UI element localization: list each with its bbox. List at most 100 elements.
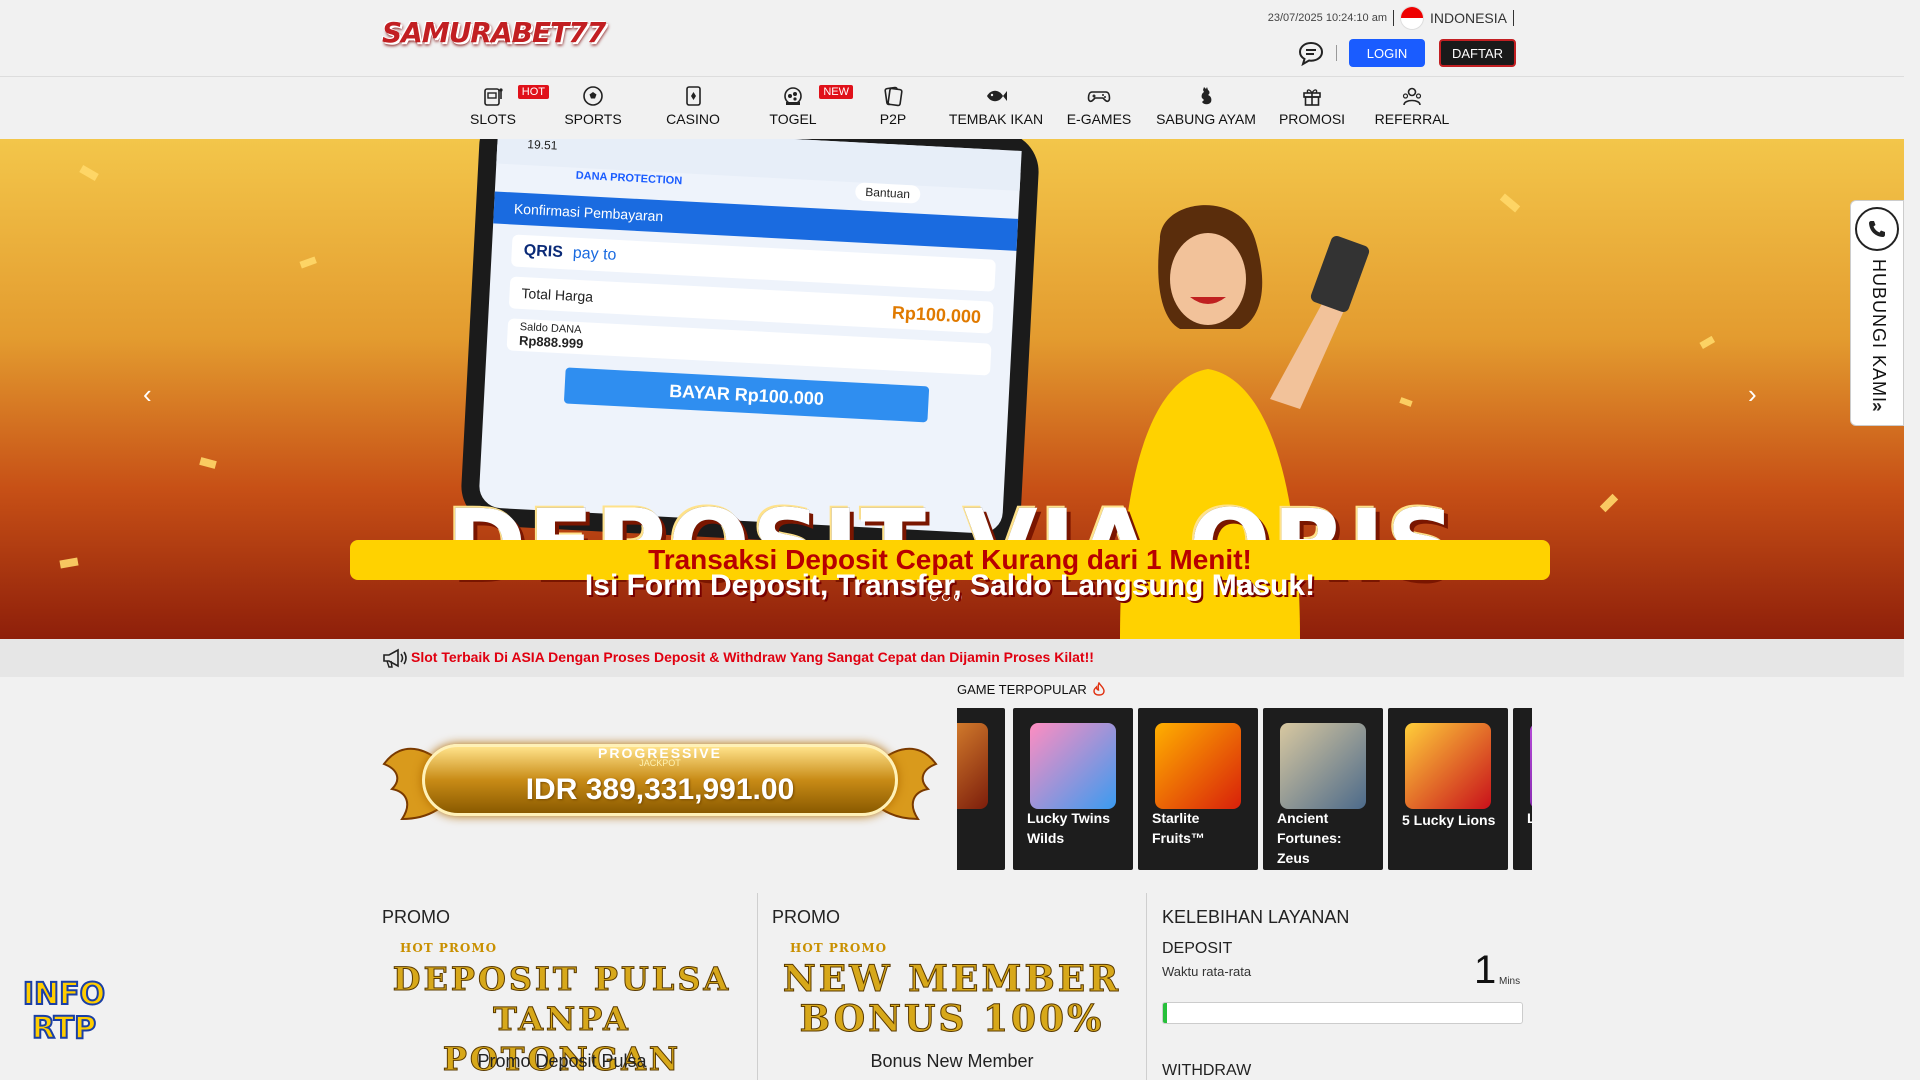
game-card[interactable]: L	[1513, 708, 1532, 870]
pay-button-mock: BAYAR Rp100.000	[563, 367, 930, 423]
rooster-icon	[1201, 87, 1212, 105]
carousel-prev-button[interactable]: ‹	[143, 379, 152, 410]
nav-label: PROMOSI	[1278, 111, 1346, 127]
jackpot-amount: IDR 389,331,991.00	[525, 773, 795, 806]
deposit-sublabel: Waktu rata-rata	[1162, 964, 1252, 979]
divider	[1513, 10, 1514, 26]
game-thumbnail	[1405, 723, 1491, 809]
promo-column-1: PROMO HOT PROMO DEPOSIT PULSA TANPA POTO…	[382, 893, 752, 1080]
logo[interactable]: SAMURABET77	[382, 16, 606, 54]
nav-item-referral[interactable]: REFERRAL	[1362, 85, 1462, 127]
promo-line: DEPOSIT PULSA	[392, 960, 732, 999]
info-rtp-badge[interactable]: INFO RTP	[18, 977, 110, 1054]
qris-label: QRIS	[523, 242, 564, 262]
nav-label: TEMBAK IKAN	[948, 111, 1044, 127]
main-nav: SLOTS HOT SPORTS CASINO TOGEL NEW P2P TE…	[0, 76, 1904, 139]
deposit-label: DEPOSIT	[1162, 940, 1233, 957]
divider	[1336, 45, 1337, 61]
brand-logo-text: SAMURABET77	[382, 16, 606, 49]
login-button[interactable]: LOGIN	[1349, 39, 1425, 67]
dana-protection-label: DANA PROTECTION	[575, 169, 683, 188]
nav-item-p2p[interactable]: P2P	[843, 85, 943, 127]
game-card[interactable]	[957, 708, 1005, 870]
indonesia-flag-icon[interactable]	[1399, 6, 1424, 30]
game-name: 5 Lucky Lions	[1402, 812, 1496, 828]
promo-line: NEW MEMBER	[782, 958, 1122, 1000]
nav-item-sabung-ayam[interactable]: SABUNG AYAM	[1151, 85, 1261, 127]
nav-label: E-GAMES	[1066, 111, 1132, 127]
carousel-next-button[interactable]: ›	[1748, 379, 1757, 410]
promo-banner-deposit-pulsa[interactable]: HOT PROMO DEPOSIT PULSA TANPA POTONGAN	[390, 941, 734, 1079]
soccer-ball-icon	[583, 86, 603, 106]
promo-caption[interactable]: Promo Deposit Pulsa	[382, 1051, 742, 1072]
gamepad-icon	[1087, 91, 1111, 103]
fire-icon	[1093, 681, 1106, 696]
slot-machine-icon	[484, 88, 503, 106]
game-thumbnail	[1280, 723, 1366, 809]
nav-label: SABUNG AYAM	[1156, 111, 1256, 127]
popular-games-carousel: Lucky Twins Wilds Starlite Fruits™ Ancie…	[957, 708, 1532, 870]
rtp-line: RTP	[31, 1011, 97, 1047]
promo-title: PROMO	[382, 907, 451, 927]
game-thumbnail	[1030, 723, 1116, 809]
datetime: 23/07/2025 10:24:10 am	[1267, 12, 1387, 24]
register-button[interactable]: DAFTAR	[1439, 39, 1516, 67]
total-label: Total Harga	[521, 285, 594, 305]
nav-item-togel[interactable]: TOGEL NEW	[743, 85, 853, 127]
game-card[interactable]: 5 Lucky Lions	[1388, 708, 1508, 870]
lottery-icon	[784, 87, 802, 105]
service-title: KELEBIHAN LAYANAN	[1162, 907, 1350, 927]
nav-item-sports[interactable]: SPORTS	[543, 85, 643, 127]
promo-banner-new-member[interactable]: HOT PROMO NEW MEMBER BONUS 100%	[780, 941, 1124, 1040]
nav-item-promosi[interactable]: PROMOSI	[1262, 85, 1362, 127]
game-name: Ancient Fortunes: Zeus	[1277, 810, 1342, 866]
promo-line: BONUS 100%	[799, 998, 1105, 1040]
divider	[1392, 10, 1394, 26]
contact-us-panel[interactable]: HUBUNGI KAMI »	[1850, 200, 1904, 426]
promo-caption[interactable]: Bonus New Member	[772, 1051, 1132, 1072]
nav-label: REFERRAL	[1374, 111, 1450, 127]
nav-item-tembak-ikan[interactable]: TEMBAK IKAN	[946, 85, 1046, 127]
announcement-text: Slot Terbaik Di ASIA Dengan Proses Depos…	[411, 649, 1094, 665]
fish-icon	[987, 90, 1007, 102]
jackpot-plate: PROGRESSIVE IDR 389,331,991.00	[422, 744, 898, 816]
progress-fill	[1163, 1003, 1167, 1023]
collapse-icon[interactable]: »	[1851, 396, 1903, 417]
pay-to-label: pay to	[572, 244, 617, 264]
progressive-jackpot: PROGRESSIVE IDR 389,331,991.00 JACKPOT	[382, 724, 938, 846]
column-divider	[1146, 893, 1147, 1080]
jackpot-sublabel: JACKPOT	[639, 758, 681, 768]
megaphone-icon	[383, 648, 407, 668]
deposit-progress-bar	[1162, 1002, 1523, 1024]
nav-item-slots[interactable]: SLOTS HOT	[443, 85, 549, 127]
help-pill: Bantuan	[854, 182, 921, 204]
language-selector[interactable]: INDONESIA	[1430, 10, 1507, 26]
header-actions: LOGIN DAFTAR	[1298, 39, 1516, 67]
game-thumbnail	[957, 723, 988, 809]
column-divider	[757, 893, 758, 1080]
game-card[interactable]: Starlite Fruits™	[1138, 708, 1258, 870]
nav-item-casino[interactable]: CASINO	[643, 85, 743, 127]
promo-column-2: PROMO HOT PROMO NEW MEMBER BONUS 100% Bo…	[772, 893, 1142, 1080]
withdraw-label: WITHDRAW	[1162, 1062, 1252, 1079]
header: SAMURABET77 23/07/2025 10:24:10 am INDON…	[0, 0, 1904, 76]
hot-promo-label: HOT PROMO	[790, 941, 888, 955]
hot-promo-label: HOT PROMO	[400, 941, 498, 955]
nav-label: TOGEL	[769, 111, 817, 127]
nav-item-e-games[interactable]: E-GAMES	[1049, 85, 1149, 127]
game-card[interactable]: Lucky Twins Wilds	[1013, 708, 1133, 870]
game-thumbnail	[1155, 723, 1241, 809]
total-value: Rp100.000	[891, 301, 982, 327]
topbar: 23/07/2025 10:24:10 am INDONESIA	[1267, 6, 1520, 30]
game-name: Lucky Twins Wilds	[1027, 810, 1110, 846]
nav-label: SPORTS	[564, 111, 622, 127]
phone-status-bar: 19.51 DANA PROTECTION Bantuan	[496, 139, 1022, 204]
phone-icon	[1855, 207, 1899, 251]
deposit-time-value: 1	[1474, 948, 1497, 992]
game-card[interactable]: Ancient Fortunes: Zeus	[1263, 708, 1383, 870]
nav-label: P2P	[879, 111, 907, 127]
banner-subtitle-2: Isi Form Deposit, Transfer, Saldo Langsu…	[584, 569, 1316, 602]
game-name: Starlite Fruits™	[1152, 810, 1205, 846]
chat-icon[interactable]	[1298, 40, 1324, 66]
game-thumbnail	[1530, 723, 1532, 809]
